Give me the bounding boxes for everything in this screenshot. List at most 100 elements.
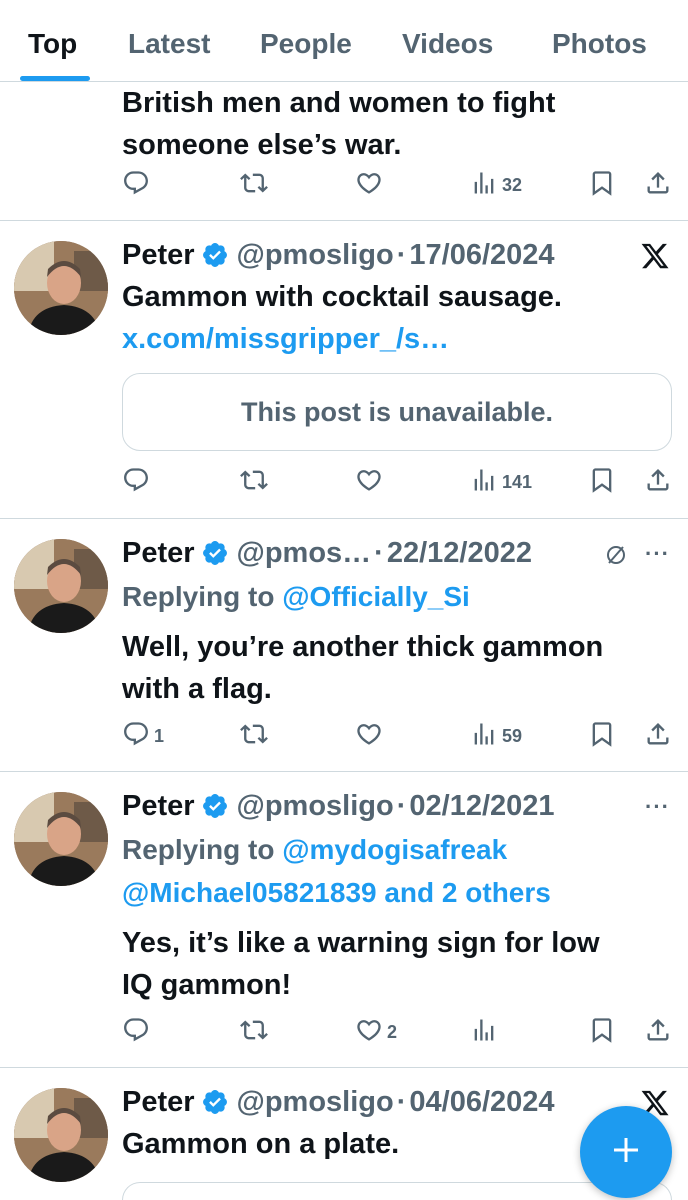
reply-icon: [122, 720, 150, 753]
share-icon: [644, 169, 672, 202]
tweet-text-line: Well, you’re another thick gammon: [122, 631, 604, 663]
reply-button[interactable]: [122, 1017, 154, 1047]
bookmark-button[interactable]: [588, 1017, 616, 1047]
mention-link[interactable]: @Michael05821839 and 2 others: [122, 871, 668, 914]
views-count: 141: [502, 471, 533, 492]
tweet[interactable]: Peter @pmos… · 22/12/2022 ··· Replying t…: [0, 519, 688, 772]
bookmark-icon: [588, 169, 616, 202]
reply-icon: [122, 1016, 150, 1049]
timestamp[interactable]: 22/12/2022: [387, 537, 532, 570]
timestamp[interactable]: 17/06/2024: [409, 239, 554, 272]
mention-link[interactable]: @mydogisafreak: [282, 834, 507, 865]
tab-videos[interactable]: Videos: [402, 28, 493, 60]
avatar[interactable]: [14, 792, 108, 886]
reply-icon: [122, 169, 150, 202]
share-icon: [644, 466, 672, 499]
views-button[interactable]: [470, 1017, 502, 1047]
tweet-actions: 32: [0, 170, 688, 200]
like-button[interactable]: [355, 467, 387, 497]
share-button[interactable]: [644, 170, 672, 200]
tab-photos[interactable]: Photos: [552, 28, 647, 60]
reply-count: 1: [154, 725, 165, 746]
heart-icon: [355, 1016, 383, 1049]
share-button[interactable]: [644, 467, 672, 497]
more-icon[interactable]: ···: [645, 541, 670, 567]
mention-link[interactable]: @Officially_Si: [282, 581, 470, 612]
tab-people[interactable]: People: [260, 28, 352, 60]
views-button[interactable]: 141: [470, 467, 532, 497]
quoted-post-card[interactable]: [122, 1182, 672, 1200]
profile-photo: [14, 792, 108, 886]
tweet-actions: 141: [0, 467, 688, 497]
views-icon: [470, 466, 498, 499]
grok-icon[interactable]: [604, 543, 628, 567]
avatar[interactable]: [14, 241, 108, 335]
x-logo-icon: [640, 241, 670, 271]
quote-unavailable-text: This post is unavailable.: [240, 396, 554, 427]
tweet-text-line: someone else’s war.: [122, 129, 402, 161]
tweet-actions: 2: [0, 1017, 688, 1047]
replying-to: Replying to @Officially_Si: [122, 575, 668, 618]
bookmark-button[interactable]: [588, 721, 616, 751]
display-name[interactable]: Peter: [122, 239, 195, 272]
share-button[interactable]: [644, 721, 672, 751]
timestamp[interactable]: 04/06/2024: [409, 1086, 554, 1119]
display-name[interactable]: Peter: [122, 537, 195, 570]
tweet-text: Yes, it’s like a warning sign for low IQ…: [122, 922, 668, 1006]
share-icon: [644, 1016, 672, 1049]
repost-icon: [240, 720, 268, 753]
heart-icon: [355, 169, 383, 202]
like-button[interactable]: [355, 170, 387, 200]
like-button[interactable]: [355, 721, 387, 751]
handle[interactable]: @pmosligo: [237, 1086, 394, 1119]
tweet[interactable]: Peter @pmosligo · 02/12/2021 ··· Replyin…: [0, 772, 688, 1068]
separator-dot: ·: [374, 536, 384, 569]
display-name[interactable]: Peter: [122, 1086, 195, 1119]
reply-icon: [122, 466, 150, 499]
reply-button[interactable]: [122, 467, 154, 497]
bookmark-button[interactable]: [588, 170, 616, 200]
like-count: 2: [387, 1021, 398, 1042]
handle[interactable]: @pmosligo: [237, 790, 394, 823]
replying-to-label: Replying to: [122, 834, 283, 865]
reply-button[interactable]: [122, 170, 154, 200]
avatar[interactable]: [14, 1088, 108, 1182]
tweet[interactable]: Peter @pmosligo · 17/06/2024 Gammon with…: [0, 221, 688, 519]
bookmark-button[interactable]: [588, 467, 616, 497]
repost-button[interactable]: [240, 1017, 272, 1047]
views-button[interactable]: 32: [470, 170, 522, 200]
tab-latest[interactable]: Latest: [128, 28, 210, 60]
repost-button[interactable]: [240, 170, 272, 200]
separator-dot: ·: [396, 1085, 407, 1118]
compose-button[interactable]: [580, 1106, 672, 1198]
quoted-post-unavailable[interactable]: This post is unavailable.: [122, 373, 672, 451]
verified-badge-icon: [201, 241, 229, 269]
repost-button[interactable]: [240, 721, 272, 751]
views-icon: [470, 169, 498, 202]
heart-icon: [355, 720, 383, 753]
handle[interactable]: @pmos…: [237, 537, 372, 570]
reply-button[interactable]: 1: [122, 721, 164, 751]
avatar[interactable]: [14, 539, 108, 633]
repost-button[interactable]: [240, 467, 272, 497]
share-button[interactable]: [644, 1017, 672, 1047]
tweet[interactable]: British men and women to fight someone e…: [0, 82, 688, 221]
tweet-actions: 1 59: [0, 721, 688, 751]
views-icon: [470, 1016, 498, 1049]
handle[interactable]: @pmosligo: [237, 239, 394, 272]
tweet-header: Peter @pmosligo · 17/06/2024: [122, 237, 555, 273]
verified-badge-icon: [201, 792, 229, 820]
tab-top[interactable]: Top: [28, 28, 77, 60]
repost-icon: [240, 466, 268, 499]
tweet-link[interactable]: x.com/missgripper_/s…: [122, 318, 668, 360]
tweet-header: Peter @pmosligo · 04/06/2024: [122, 1084, 555, 1120]
timestamp[interactable]: 02/12/2021: [409, 790, 554, 823]
plus-icon: [608, 1132, 644, 1173]
display-name[interactable]: Peter: [122, 790, 195, 823]
tweet-text: Well, you’re another thick gammon with a…: [122, 626, 668, 710]
more-icon[interactable]: ···: [645, 794, 670, 820]
like-button[interactable]: 2: [355, 1017, 397, 1047]
tweet-text-line: IQ gammon!: [122, 969, 292, 1001]
views-button[interactable]: 59: [470, 721, 522, 751]
share-icon: [644, 720, 672, 753]
